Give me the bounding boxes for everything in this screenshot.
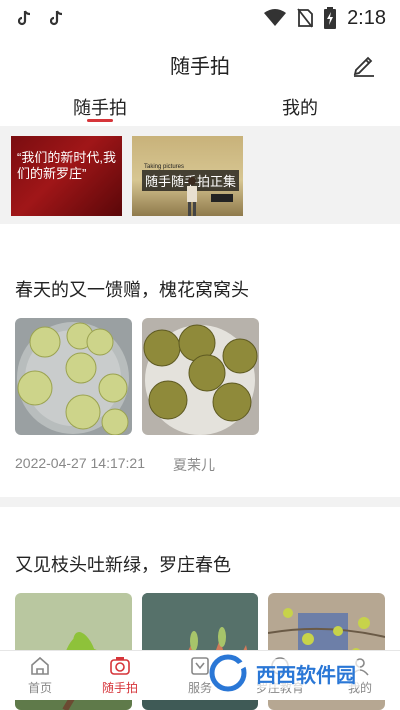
tab-bar: 随手拍 我的 bbox=[0, 88, 400, 124]
post-image[interactable] bbox=[15, 318, 132, 435]
post-image-graphic bbox=[142, 318, 259, 435]
tab-suishoupai[interactable]: 随手拍 bbox=[0, 88, 200, 124]
post-feed: 春天的又一馈赠，槐花窝窝头 2022-04-27 14:17:21 夏茉儿 又见… bbox=[0, 226, 400, 710]
wifi-icon bbox=[264, 9, 287, 26]
post-card[interactable]: 春天的又一馈赠，槐花窝窝头 2022-04-27 14:17:21 夏茉儿 bbox=[0, 226, 400, 475]
status-time: 2:18 bbox=[347, 6, 386, 29]
page-title: 随手拍 bbox=[170, 55, 230, 78]
watermark-text: 西西软件园 bbox=[252, 658, 360, 688]
video-caption: “我们的新时代,我们的新罗庄” bbox=[17, 150, 116, 181]
battery-charging-icon bbox=[324, 7, 337, 29]
divider bbox=[0, 497, 400, 507]
video-badge bbox=[211, 194, 233, 202]
nav-label: 首页 bbox=[27, 681, 52, 695]
status-bar: 2:18 bbox=[0, 0, 400, 36]
tiktok-icon bbox=[18, 10, 31, 26]
post-image-graphic bbox=[15, 318, 132, 435]
person-figure bbox=[187, 177, 197, 216]
home-icon bbox=[31, 656, 49, 675]
video-strip: “我们的新时代,我们的新罗庄” Taking pictures 随手随手拍正集 bbox=[0, 126, 400, 224]
nav-home[interactable]: 首页 bbox=[0, 651, 80, 700]
post-image[interactable] bbox=[142, 318, 259, 435]
watermark: 西西软件园 bbox=[208, 652, 398, 694]
post-images bbox=[15, 318, 385, 435]
tab-mine[interactable]: 我的 bbox=[200, 88, 400, 124]
tiktok-icon bbox=[50, 10, 63, 26]
camera-icon bbox=[110, 657, 130, 675]
post-title: 春天的又一馈赠，槐花窝窝头 bbox=[15, 280, 249, 300]
no-sim-icon bbox=[297, 8, 313, 28]
nav-label: 随手拍 bbox=[101, 681, 138, 695]
post-author: 夏茉儿 bbox=[173, 457, 215, 473]
post-timestamp: 2022-04-27 14:17:21 bbox=[15, 455, 145, 471]
nav-suishoupai[interactable]: 随手拍 bbox=[80, 651, 160, 700]
header: 随手拍 bbox=[0, 44, 400, 84]
status-right-icons: 2:18 bbox=[263, 7, 386, 30]
post-meta: 2022-04-27 14:17:21 夏茉儿 bbox=[15, 455, 385, 475]
status-left-icons bbox=[18, 10, 64, 26]
watermark-logo-icon bbox=[209, 654, 248, 692]
video-thumbnail[interactable]: “我们的新时代,我们的新罗庄” bbox=[11, 136, 122, 216]
pencil-icon[interactable] bbox=[350, 50, 378, 78]
tab-label: 随手拍 bbox=[73, 98, 127, 118]
tab-label: 我的 bbox=[282, 98, 318, 118]
video-thumbnail[interactable]: Taking pictures 随手随手拍正集 bbox=[132, 136, 243, 216]
post-title: 又见枝头吐新绿，罗庄春色 bbox=[15, 555, 231, 575]
